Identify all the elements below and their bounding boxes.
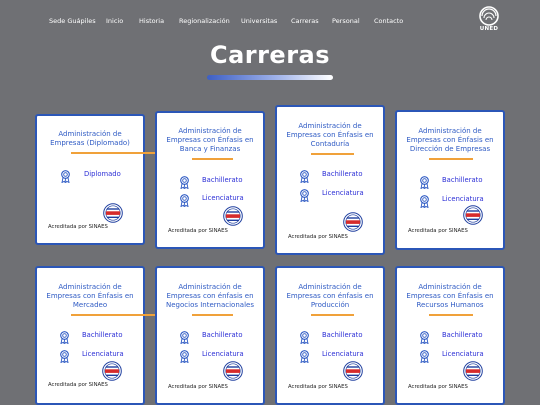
top-navigation: Sede Guápiles Inicio Historia Regionaliz… xyxy=(0,0,540,40)
career-title[interactable]: Administración de Empresas con Énfasis e… xyxy=(163,127,257,154)
sinaes-seal-icon xyxy=(343,212,363,232)
career-card[interactable]: Administración de Empresas con énfasis e… xyxy=(155,266,265,405)
degree-link-licenciatura[interactable]: Licenciatura xyxy=(397,193,503,209)
sinaes-seal-icon xyxy=(102,361,122,381)
degree-label[interactable]: Licenciatura xyxy=(202,350,244,358)
accreditation-label: Acreditada por SINAES xyxy=(408,228,468,234)
award-ribbon-icon xyxy=(60,168,71,184)
title-underline xyxy=(207,75,333,80)
accreditation-label: Acreditada por SINAES xyxy=(168,384,228,390)
degree-label[interactable]: Licenciatura xyxy=(442,350,484,358)
career-title-underline xyxy=(311,153,354,155)
award-ribbon-icon xyxy=(299,187,310,203)
degree-link-licenciatura[interactable]: Licenciatura xyxy=(277,348,383,364)
award-ribbon-icon xyxy=(419,329,430,345)
career-title-underline xyxy=(429,158,473,160)
career-card[interactable]: Administración de Empresas con Énfasis e… xyxy=(275,105,385,255)
career-card[interactable]: Administración de Empresas con Énfasis e… xyxy=(35,266,155,405)
career-title[interactable]: Administración de Empresas con Énfasis e… xyxy=(283,122,377,149)
award-ribbon-icon xyxy=(299,168,310,184)
career-title[interactable]: Administración de Empresas con énfasis e… xyxy=(283,283,377,310)
degree-label[interactable]: Bachillerato xyxy=(322,331,363,339)
sinaes-seal-icon xyxy=(223,206,243,226)
page-title: Carreras xyxy=(209,41,331,69)
award-ribbon-icon xyxy=(59,348,70,364)
nav-contacto[interactable]: Contacto xyxy=(374,17,403,25)
award-ribbon-icon xyxy=(419,348,430,364)
career-card[interactable]: Administración de Empresas con Énfasis e… xyxy=(395,110,505,250)
degree-label[interactable]: Bachillerato xyxy=(202,176,243,184)
degree-link-licenciatura[interactable]: Licenciatura xyxy=(277,187,383,203)
degree-link-bachillerato[interactable]: Bachillerato xyxy=(277,168,383,184)
uned-logo-text: UNED xyxy=(479,26,499,32)
degree-link-bachillerato[interactable]: Bachillerato xyxy=(37,329,143,345)
degree-label[interactable]: Bachillerato xyxy=(82,331,123,339)
degree-label[interactable]: Diplomado xyxy=(84,170,121,178)
award-ribbon-icon xyxy=(179,348,190,364)
career-card[interactable]: Administración de Empresas con Énfasis e… xyxy=(155,111,265,249)
sinaes-seal-icon xyxy=(463,205,483,225)
degree-link-licenciatura[interactable]: Licenciatura xyxy=(157,192,263,208)
nav-carreras[interactable]: Carreras xyxy=(291,17,319,25)
accreditation-label: Acreditada por SINAES xyxy=(408,384,468,390)
career-card[interactable]: Administración de Empresas (Diplomado) Di… xyxy=(35,114,156,245)
award-ribbon-icon xyxy=(419,193,430,209)
degree-link-licenciatura[interactable]: Licenciatura xyxy=(397,348,503,364)
uned-logo-mark xyxy=(479,6,499,26)
sinaes-seal-icon xyxy=(343,361,363,381)
degree-link-bachillerato[interactable]: Bachillerato xyxy=(157,329,263,345)
award-ribbon-icon xyxy=(179,192,190,208)
degree-link-bachillerato[interactable]: Bachillerato xyxy=(157,174,263,190)
career-card[interactable]: Administración de Empresas con Énfasis e… xyxy=(395,266,505,405)
award-ribbon-icon xyxy=(179,329,190,345)
degree-label[interactable]: Bachillerato xyxy=(442,331,483,339)
accreditation-label: Acreditada por SINAES xyxy=(168,228,228,234)
degree-label[interactable]: Licenciatura xyxy=(442,195,484,203)
degree-label[interactable]: Bachillerato xyxy=(202,331,243,339)
degree-label[interactable]: Licenciatura xyxy=(82,350,124,358)
degree-link-bachillerato[interactable]: Bachillerato xyxy=(277,329,383,345)
award-ribbon-icon xyxy=(299,329,310,345)
career-title[interactable]: Administración de Empresas con Énfasis e… xyxy=(403,283,497,310)
sinaes-seal-icon xyxy=(103,203,123,223)
accreditation-label: Acreditada por SINAES xyxy=(48,224,108,230)
career-title[interactable]: Administración de Empresas con Énfasis e… xyxy=(43,283,137,310)
career-title-underline xyxy=(311,314,354,316)
degree-link-bachillerato[interactable]: Bachillerato xyxy=(397,174,503,190)
career-title-underline xyxy=(192,158,233,160)
degree-label[interactable]: Licenciatura xyxy=(322,189,364,197)
career-card[interactable]: Administración de Empresas con énfasis e… xyxy=(275,266,385,405)
nav-regionalizacion[interactable]: Regionalización xyxy=(179,17,230,25)
degree-link-licenciatura[interactable]: Licenciatura xyxy=(157,348,263,364)
accreditation-label: Acreditada por SINAES xyxy=(48,382,108,388)
award-ribbon-icon xyxy=(419,174,430,190)
nav-inicio[interactable]: Inicio xyxy=(106,17,123,25)
career-title-underline xyxy=(71,152,156,154)
degree-label[interactable]: Licenciatura xyxy=(202,194,244,202)
award-ribbon-icon xyxy=(59,329,70,345)
career-title-underline xyxy=(429,314,473,316)
sinaes-seal-icon xyxy=(463,361,483,381)
accreditation-label: Acreditada por SINAES xyxy=(288,384,348,390)
uned-logo[interactable]: UNED xyxy=(476,6,502,36)
degree-link-bachillerato[interactable]: Bachillerato xyxy=(397,329,503,345)
nav-universitas[interactable]: Universitas xyxy=(241,17,277,25)
degree-link-diplomado[interactable]: Diplomado xyxy=(37,168,143,184)
degree-link-licenciatura[interactable]: Licenciatura xyxy=(37,348,143,364)
accreditation-label: Acreditada por SINAES xyxy=(288,234,348,240)
nav-personal[interactable]: Personal xyxy=(332,17,360,25)
career-title-underline xyxy=(71,314,155,316)
career-title-underline xyxy=(192,314,233,316)
career-title[interactable]: Administración de Empresas con énfasis e… xyxy=(163,283,257,310)
award-ribbon-icon xyxy=(179,174,190,190)
sinaes-seal-icon xyxy=(223,361,243,381)
degree-label[interactable]: Licenciatura xyxy=(322,350,364,358)
career-title[interactable]: Administración de Empresas con Énfasis e… xyxy=(403,127,497,154)
award-ribbon-icon xyxy=(299,348,310,364)
nav-sede-guapiles[interactable]: Sede Guápiles xyxy=(49,17,96,25)
career-title[interactable]: Administración de Empresas (Diplomado) xyxy=(43,130,137,148)
degree-label[interactable]: Bachillerato xyxy=(322,170,363,178)
degree-label[interactable]: Bachillerato xyxy=(442,176,483,184)
nav-historia[interactable]: Historia xyxy=(139,17,164,25)
